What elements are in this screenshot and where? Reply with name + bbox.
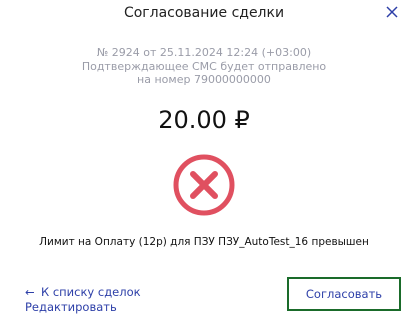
close-icon [386,6,398,18]
sms-notice: Подтверждающее СМС будет отправлено [81,59,327,73]
error-x-icon [172,153,236,217]
sms-phone: на номер 79000000000 [137,73,271,86]
back-to-deals-link[interactable]: ← К списку сделок [25,285,141,300]
close-button[interactable] [383,3,401,21]
approve-button[interactable]: Согласовать [287,277,401,311]
edit-link[interactable]: Редактировать [25,300,141,315]
deal-meta: № 2924 от 25.11.2024 12:24 (+03:00) Подт… [0,46,408,87]
deal-approval-dialog: Согласование сделки № 2924 от 25.11.2024… [0,0,408,332]
footer-links: ← К списку сделок Редактировать [25,285,141,315]
deal-number-date: № 2924 от 25.11.2024 12:24 (+03:00) [96,46,312,59]
arrow-left-icon: ← [25,285,35,299]
deal-amount: 20.00 ₽ [158,106,250,134]
back-to-deals-label: К списку сделок [41,285,141,299]
limit-exceeded-message: Лимит на Оплату (12р) для ПЗУ ПЗУ_AutoTe… [39,236,369,248]
dialog-title: Согласование сделки [123,5,285,21]
